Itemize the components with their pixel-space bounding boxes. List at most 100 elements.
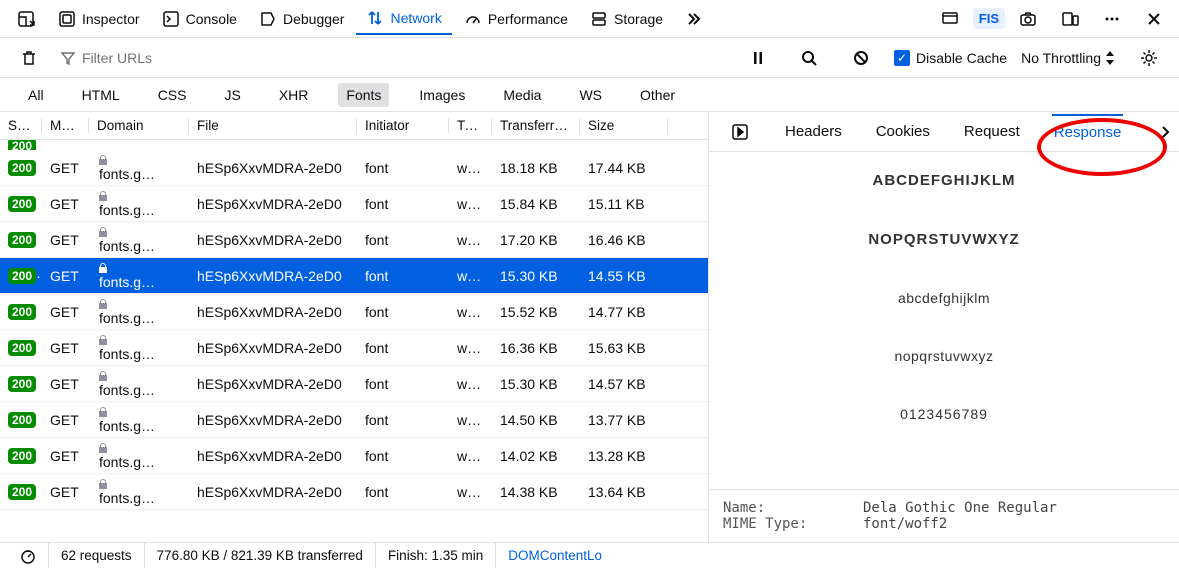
storage-icon	[590, 10, 608, 28]
overflow-tabs[interactable]	[675, 4, 713, 34]
tab-headers[interactable]: Headers	[783, 115, 844, 148]
camera-icon	[1019, 10, 1037, 28]
preview-line: nopqrstuvwxyz	[894, 348, 993, 364]
filter-box	[60, 50, 728, 66]
dock-icon	[16, 9, 36, 29]
lock-icon	[97, 442, 181, 470]
inspector-label: Inspector	[82, 11, 140, 27]
filter-html[interactable]: HTML	[74, 83, 128, 107]
filter-images[interactable]: Images	[411, 83, 473, 107]
checkbox-checked-icon: ✓	[894, 50, 910, 66]
updown-icon	[1105, 51, 1115, 65]
network-label: Network	[390, 10, 441, 26]
screenshot-button[interactable]	[1009, 4, 1047, 34]
throttling-select[interactable]: No Throttling	[1021, 50, 1115, 66]
col-size[interactable]: Size	[580, 118, 668, 133]
preview-line: ABCDEFGHIJKLM	[873, 172, 1016, 189]
inspector-tab[interactable]: Inspector	[48, 4, 150, 34]
meta-name-value: Dela Gothic One Regular	[863, 500, 1057, 516]
meta-mime-label: MIME Type:	[723, 516, 863, 532]
col-method[interactable]: M…	[42, 118, 89, 133]
lock-icon	[97, 298, 181, 326]
filter-media[interactable]: Media	[495, 83, 549, 107]
tab-request[interactable]: Request	[962, 115, 1022, 148]
pause-icon	[750, 50, 766, 66]
col-domain[interactable]: Domain	[89, 118, 189, 133]
col-type[interactable]: Ty…	[449, 118, 492, 133]
preview-line: NOPQRSTUVWXYZ	[868, 231, 1019, 248]
table-header: St… M… Domain File Initiator Ty… Transfe…	[0, 112, 708, 140]
table-row[interactable]: 200 GET fonts.g… hESp6XxvMDRA-2eD0 font …	[0, 222, 708, 258]
console-label: Console	[186, 11, 237, 27]
clear-button[interactable]	[10, 43, 48, 73]
dock-button[interactable]	[6, 3, 46, 35]
performance-tab[interactable]: Performance	[454, 4, 578, 34]
storage-label: Storage	[614, 11, 663, 27]
filter-ws[interactable]: WS	[571, 83, 610, 107]
col-file[interactable]: File	[189, 118, 357, 133]
filter-js[interactable]: JS	[216, 83, 248, 107]
filter-input[interactable]	[82, 50, 728, 66]
trash-icon	[20, 49, 38, 67]
status-perf-icon[interactable]	[8, 543, 49, 568]
console-tab[interactable]: Console	[152, 4, 247, 34]
dock-side-button[interactable]	[1051, 4, 1089, 34]
table-row[interactable]: 200 GET fonts.g… hESp6XxvMDRA-2eD0 font …	[0, 294, 708, 330]
col-status[interactable]: St…	[0, 118, 42, 133]
status-bar: 62 requests 776.80 KB / 821.39 KB transf…	[0, 542, 1179, 568]
filter-css[interactable]: CSS	[150, 83, 195, 107]
preview-line: 0123456789	[900, 406, 988, 422]
debugger-tab[interactable]: Debugger	[249, 4, 355, 34]
settings-button[interactable]	[1129, 42, 1169, 74]
tab-response[interactable]: Response	[1052, 114, 1124, 149]
table-row[interactable]: 200 GET fonts.g… hESp6XxvMDRA-2eD0 font …	[0, 186, 708, 222]
throttling-label: No Throttling	[1021, 50, 1101, 66]
close-button[interactable]	[1135, 4, 1173, 34]
tabs-overflow[interactable]	[1159, 125, 1173, 139]
filter-fonts[interactable]: Fonts	[338, 83, 389, 107]
lock-icon	[97, 370, 181, 398]
fis-pill[interactable]: FIS	[973, 8, 1005, 29]
status-dcl: DOMContentLo	[496, 543, 614, 568]
status-requests: 62 requests	[49, 543, 145, 568]
resend-button[interactable]	[727, 119, 753, 145]
type-filters: All HTML CSS JS XHR Fonts Images Media W…	[0, 78, 1179, 112]
table-row[interactable]: 200 GET fonts.g… hESp6XxvMDRA-2eD0 font …	[0, 438, 708, 474]
meta-name-label: Name:	[723, 500, 863, 516]
col-transferred[interactable]: Transferr…	[492, 118, 580, 133]
search-icon	[800, 49, 818, 67]
tab-cookies[interactable]: Cookies	[874, 115, 932, 148]
chevron-double-right-icon	[685, 10, 703, 28]
table-body[interactable]: 200 200 GET fonts.g… hESp6XxvMDRA-2eD0 f…	[0, 140, 708, 542]
table-row[interactable]: 200 GET fonts.g… hESp6XxvMDRA-2eD0 font …	[0, 258, 708, 294]
details-pane: Headers Cookies Request Response ABCDEFG…	[708, 112, 1179, 542]
devtools-toolbar: Inspector Console Debugger Network Perfo…	[0, 0, 1179, 38]
more-button[interactable]	[1093, 4, 1131, 34]
table-row[interactable]: 200 GET fonts.g… hESp6XxvMDRA-2eD0 font …	[0, 150, 708, 186]
close-icon	[1145, 10, 1163, 28]
filter-xhr[interactable]: XHR	[271, 83, 317, 107]
table-row[interactable]: 200 GET fonts.g… hESp6XxvMDRA-2eD0 font …	[0, 474, 708, 510]
network-tab[interactable]: Network	[356, 3, 451, 35]
font-meta: Name: Dela Gothic One Regular MIME Type:…	[709, 489, 1179, 542]
responsive-icon	[941, 10, 959, 28]
search-button[interactable]	[790, 43, 828, 73]
storage-tab[interactable]: Storage	[580, 4, 673, 34]
responsive-button[interactable]	[931, 4, 969, 34]
console-icon	[162, 10, 180, 28]
filter-all[interactable]: All	[20, 83, 52, 107]
network-icon	[366, 9, 384, 27]
lock-icon	[97, 478, 181, 506]
lock-icon	[97, 226, 181, 254]
col-initiator[interactable]: Initiator	[357, 118, 449, 133]
pause-button[interactable]	[740, 44, 776, 72]
table-row[interactable]: 200	[0, 140, 708, 150]
filter-other[interactable]: Other	[632, 83, 683, 107]
table-row[interactable]: 200 GET fonts.g… hESp6XxvMDRA-2eD0 font …	[0, 330, 708, 366]
disable-cache-toggle[interactable]: ✓ Disable Cache	[894, 50, 1007, 66]
table-row[interactable]: 200 GET fonts.g… hESp6XxvMDRA-2eD0 font …	[0, 402, 708, 438]
block-button[interactable]	[842, 43, 880, 73]
meta-mime-value: font/woff2	[863, 516, 947, 532]
table-row[interactable]: 200 GET fonts.g… hESp6XxvMDRA-2eD0 font …	[0, 366, 708, 402]
debugger-label: Debugger	[283, 11, 345, 27]
